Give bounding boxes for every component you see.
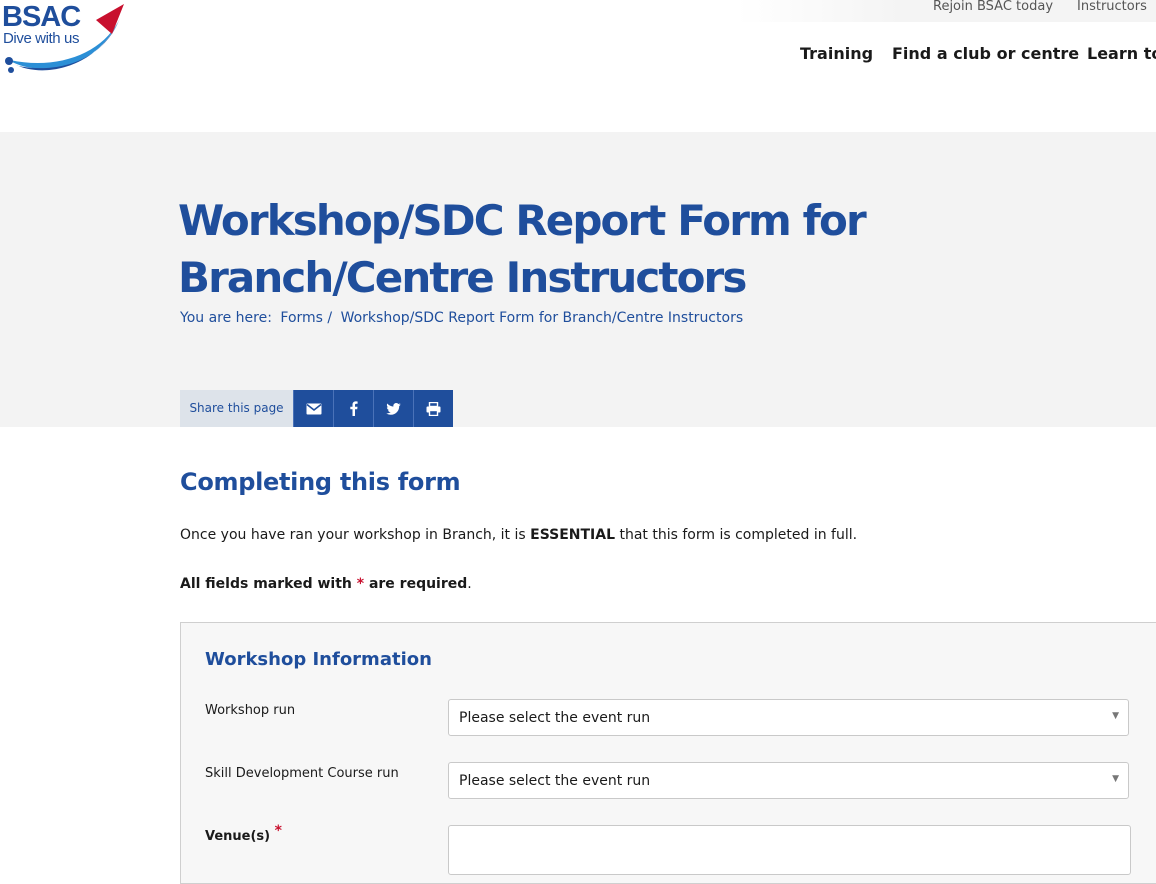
workshop-info-heading: Workshop Information (205, 649, 432, 670)
bsac-logo[interactable]: BSAC Dive with us (0, 0, 130, 80)
venue-label-text: Venue(s) (205, 829, 271, 844)
twitter-share-button[interactable] (373, 390, 413, 427)
venue-textarea[interactable] (448, 825, 1131, 875)
print-icon (426, 401, 441, 416)
sdc-run-label: Skill Development Course run (205, 766, 399, 781)
intro-emphasis: ESSENTIAL (530, 527, 616, 543)
chevron-down-icon: ▼ (1112, 774, 1119, 784)
required-note: All fields marked with * are required. (180, 576, 472, 592)
venue-label: Venue(s) * (205, 823, 282, 844)
email-icon (306, 403, 321, 414)
print-share-button[interactable] (413, 390, 453, 427)
required-star: * (356, 576, 365, 592)
site-header: BSAC Dive with us Rejoin BSAC today Inst… (0, 0, 1156, 132)
facebook-icon (350, 401, 358, 416)
intro-text-start: Once you have ran your workshop in Branc… (180, 527, 531, 543)
required-note-text: All fields marked with * are required (180, 576, 467, 592)
required-note-suffix: are required (364, 576, 468, 592)
venue-required-star: * (274, 823, 282, 839)
breadcrumb-separator: / (327, 310, 333, 326)
rejoin-link[interactable]: Rejoin BSAC today (933, 0, 1053, 14)
nav-item-find-club[interactable]: Find a club or centre (892, 44, 1079, 63)
required-note-prefix: All fields marked with (180, 576, 357, 592)
workshop-run-value: Please select the event run (459, 710, 651, 726)
required-note-period: . (467, 576, 472, 592)
twitter-icon (386, 402, 401, 415)
workshop-run-label: Workshop run (205, 703, 296, 718)
intro-text-end: that this form is completed in full. (615, 527, 858, 543)
breadcrumb-current: Workshop/SDC Report Form for Branch/Cent… (340, 310, 744, 326)
facebook-share-button[interactable] (333, 390, 373, 427)
sdc-run-select[interactable]: Please select the event run ▼ (448, 762, 1129, 799)
instructors-link[interactable]: Instructors (1077, 0, 1147, 14)
breadcrumb-forms-link[interactable]: Forms (280, 310, 323, 326)
breadcrumb-prefix: You are here: (180, 310, 272, 326)
intro-paragraph: Once you have ran your workshop in Branc… (180, 527, 857, 543)
nav-item-training[interactable]: Training (800, 44, 873, 63)
breadcrumb: You are here: Forms / Workshop/SDC Repor… (180, 310, 747, 326)
chevron-down-icon: ▼ (1112, 711, 1119, 721)
logo-tagline: Dive with us (3, 30, 80, 47)
sdc-run-value: Please select the event run (459, 773, 651, 789)
share-label: Share this page (180, 390, 293, 427)
email-share-button[interactable] (293, 390, 333, 427)
logo-wordmark: BSAC (2, 1, 81, 33)
workshop-run-select[interactable]: Please select the event run ▼ (448, 699, 1129, 736)
page-title: Workshop/SDC Report Form for Branch/Cent… (178, 196, 867, 302)
share-bar: Share this page (180, 390, 453, 427)
nav-item-learn-to[interactable]: Learn to (1087, 44, 1156, 63)
completing-form-heading: Completing this form (180, 468, 461, 496)
